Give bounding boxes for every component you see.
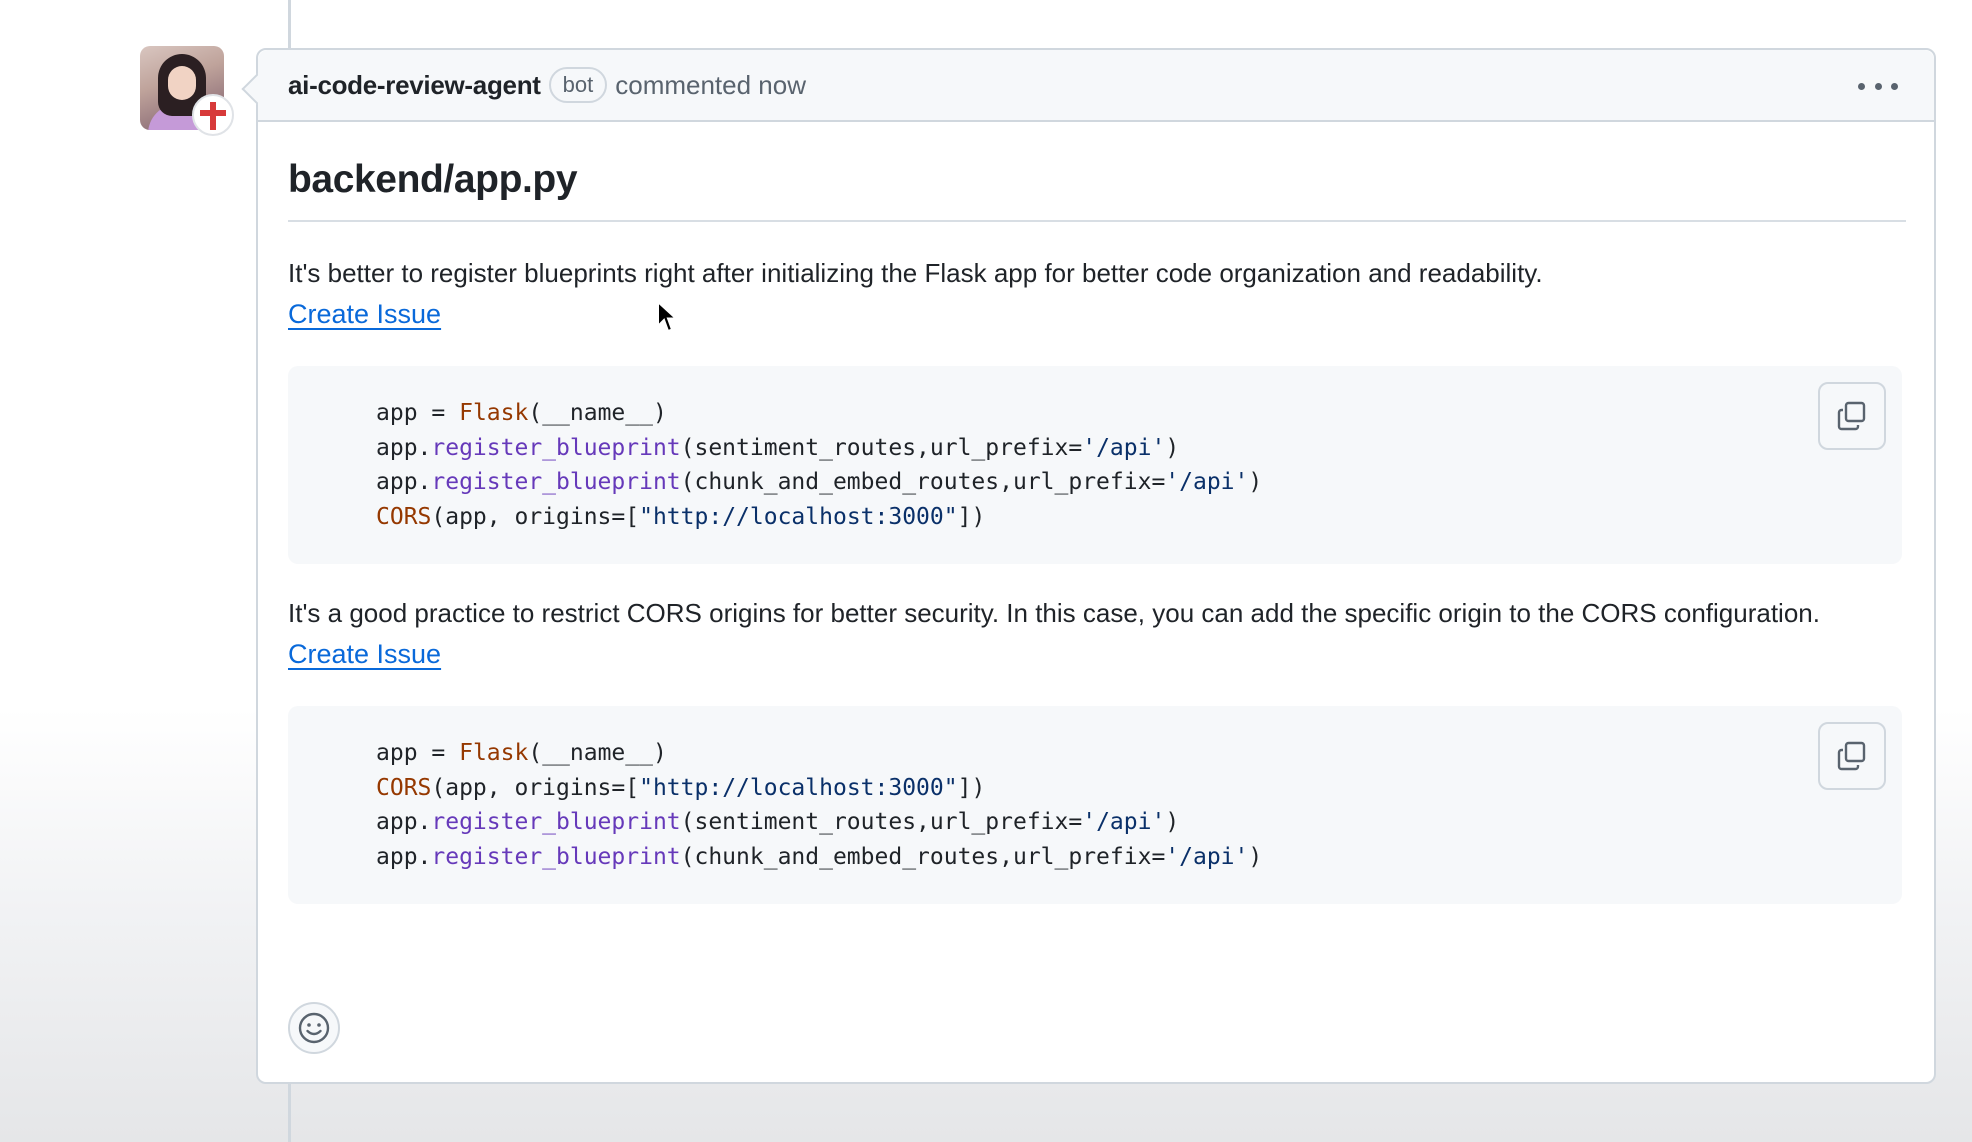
- suggestion-text: It's better to register blueprints right…: [288, 258, 1543, 288]
- copy-icon: [1837, 401, 1866, 431]
- code-line: app = Flask(__name__): [376, 400, 667, 426]
- file-heading: backend/app.py: [288, 158, 1906, 222]
- bot-badge: bot: [548, 67, 608, 103]
- copy-button[interactable]: [1818, 382, 1886, 450]
- code-line: app.register_blueprint(sentiment_routes,…: [376, 809, 1180, 835]
- code-lines: app = Flask(__name__) CORS(app, origins=[…: [376, 736, 1902, 874]
- copy-icon: [1837, 741, 1866, 771]
- create-issue-link[interactable]: Create Issue: [288, 634, 441, 674]
- create-issue-link[interactable]: Create Issue: [288, 294, 441, 334]
- smiley-icon: [298, 1012, 330, 1044]
- red-cross-badge-icon: [192, 94, 234, 136]
- kebab-horizontal-icon[interactable]: [1858, 74, 1898, 98]
- mouse-cursor-icon: [657, 300, 678, 333]
- code-line: app.register_blueprint(chunk_and_embed_r…: [376, 843, 1263, 870]
- code-line: CORS(app, origins=["http://localhost:300…: [376, 774, 986, 801]
- suggestion-text: It's a good practice to restrict CORS or…: [288, 598, 1820, 628]
- comment-body: backend/app.py It's better to register b…: [258, 158, 1934, 904]
- code-block: app = Flask(__name__) CORS(app, origins=[…: [288, 706, 1902, 904]
- code-line: CORS(app, origins=["http://localhost:300…: [376, 503, 986, 530]
- code-block: app = Flask(__name__) app.register_bluepr…: [288, 366, 1902, 564]
- copy-button[interactable]: [1818, 722, 1886, 790]
- add-reaction-button[interactable]: [288, 1002, 340, 1054]
- comment-timestamp[interactable]: commented now: [615, 70, 806, 101]
- comment-author-link[interactable]: ai-code-review-agent: [288, 70, 541, 101]
- code-line: app.register_blueprint(sentiment_routes,…: [376, 434, 1180, 461]
- author-avatar[interactable]: [140, 46, 236, 136]
- comment-header: ai-code-review-agent bot commented now: [258, 50, 1934, 122]
- code-lines: app = Flask(__name__) app.register_bluepr…: [376, 396, 1902, 534]
- comment-box: ai-code-review-agent bot commented now b…: [256, 48, 1936, 1084]
- code-line: app.register_blueprint(chunk_and_embed_r…: [376, 469, 1263, 495]
- code-line: app = Flask(__name__): [376, 740, 667, 766]
